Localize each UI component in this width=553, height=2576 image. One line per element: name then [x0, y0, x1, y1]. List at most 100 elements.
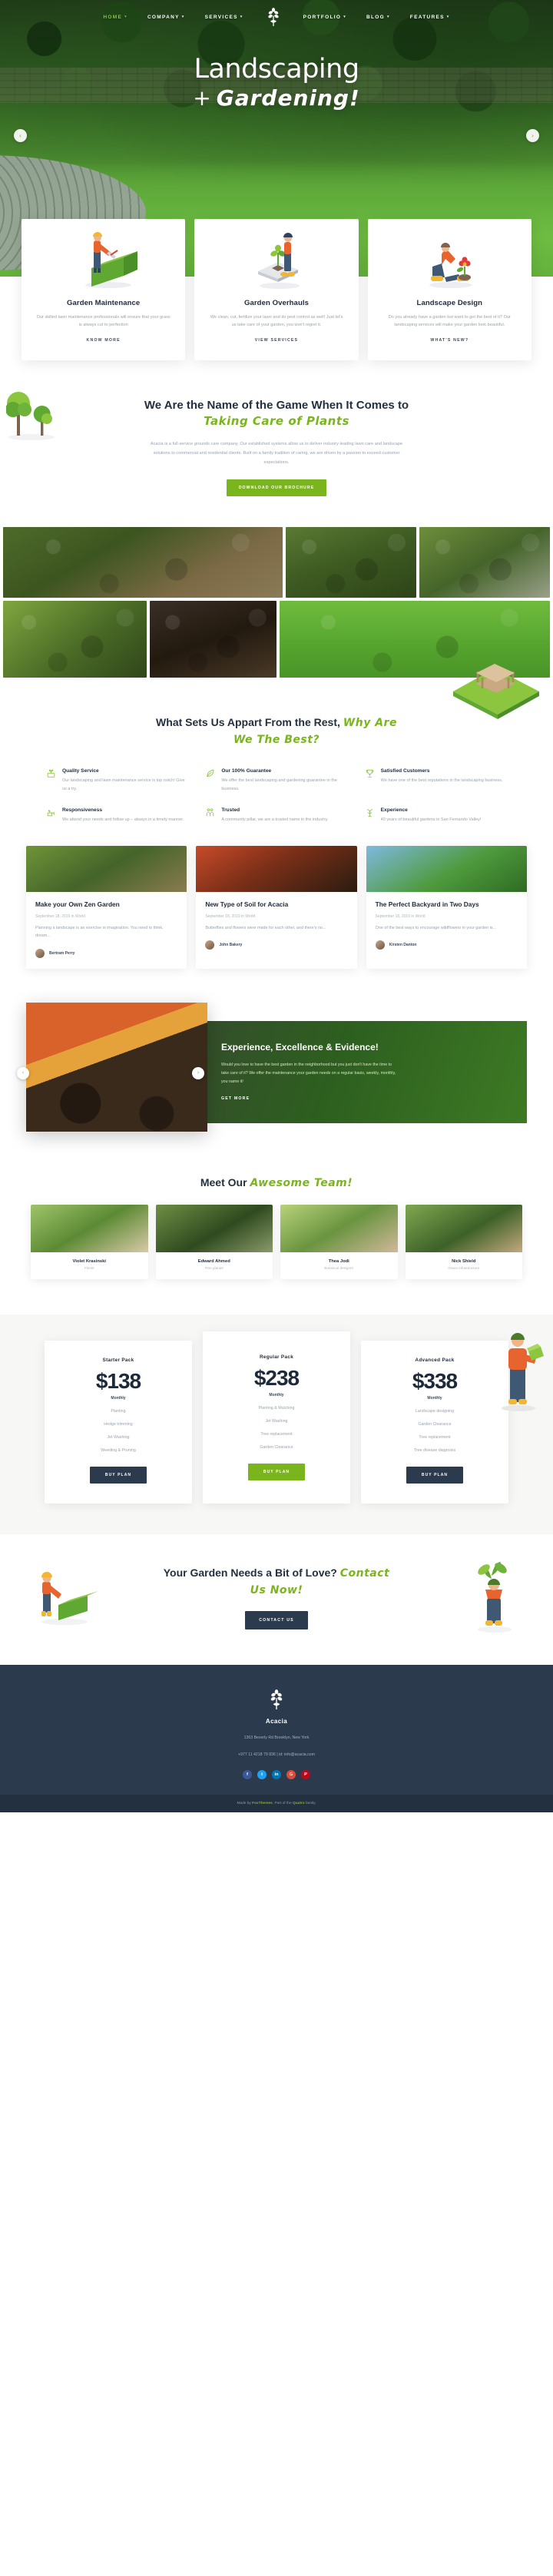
feature-item-satisfied-customers: Satisfied Customers We have one of the b… [365, 768, 507, 793]
team-member-card[interactable]: Nick Shield Green infrastructure [405, 1204, 522, 1279]
footer-social-links: f t in G P [0, 1769, 553, 1779]
pricing-amount: $138 [95, 1368, 141, 1393]
experience-panel: Experience, Excellence & Evidence! Would… [181, 1021, 527, 1124]
service-card-garden-overhauls[interactable]: Garden Overhauls We clean, cut, fertiliz… [194, 219, 359, 360]
pinterest-icon[interactable]: P [301, 1769, 310, 1779]
gloved-hands-in-mulch-photo [26, 1002, 207, 1132]
team-member-role: Tree planter [204, 1265, 224, 1270]
service-whats-new-button[interactable]: WHAT'S NEW? [430, 338, 469, 343]
pricing-feature: Planting & Mulching [258, 1405, 295, 1411]
team-member-card[interactable]: Edward Ahmed Tree planter [155, 1204, 273, 1279]
team-grid: Violet Krasinski Florist Edward Ahmed Tr… [0, 1204, 553, 1279]
team-member-name: Thea Jodi [328, 1258, 349, 1264]
hero-prev-arrow-button[interactable]: ‹ [14, 129, 27, 142]
copyright-brand-quatro[interactable]: Quatro [293, 1802, 305, 1805]
gardener-with-pot-illustration [492, 1321, 545, 1417]
pricing-buy-plan-button[interactable]: BUY PLAN [248, 1463, 305, 1480]
service-view-services-button[interactable]: VIEW SERVICES [255, 338, 298, 343]
service-card-landscape-design[interactable]: Landscape Design Do you already have a g… [367, 219, 531, 360]
feature-item-trusted: Trusted A community pillar, we are a tru… [205, 807, 347, 824]
team-member-name: Violet Krasinski [72, 1258, 106, 1264]
experience-paragraph: Would you love to have the best garden i… [221, 1063, 396, 1084]
feature-description: We offer the best landscaping and garden… [221, 778, 337, 792]
service-know-more-button[interactable]: KNOW MORE [87, 338, 121, 343]
feature-description: We have one of the best reputations in t… [380, 778, 503, 784]
team-member-card[interactable]: Violet Krasinski Florist [31, 1204, 148, 1279]
gallery-image-gloves-with-mulch[interactable] [150, 601, 276, 678]
blog-card[interactable]: The Perfect Backyard in Two Days Septemb… [366, 845, 527, 969]
nav-item-features[interactable]: FEATURES ▾ [410, 15, 450, 20]
service-card-garden-maintenance[interactable]: Garden Maintenance Our skilled lawn main… [22, 219, 186, 360]
about-heading-accent: Taking Care of Plants [204, 414, 349, 429]
team-heading-accent: Awesome Team! [250, 1176, 353, 1189]
pricing-buy-plan-button[interactable]: BUY PLAN [406, 1466, 463, 1484]
avatar [375, 940, 385, 950]
nav-item-label: HOME [103, 14, 123, 20]
pricing-card-starter[interactable]: Starter Pack $138 Monthly Planting Hedge… [45, 1340, 192, 1503]
footer-copyright: Made by FoxThemes. Part of the Quatro fa… [0, 1794, 553, 1812]
pricing-feature: Jet Washing [107, 1434, 130, 1440]
copyright-post: family. [304, 1801, 316, 1805]
feature-title: Quality Service [62, 768, 99, 774]
gallery-image-pond-with-plants[interactable] [285, 527, 416, 598]
nav-item-label: BLOG [366, 14, 385, 20]
pricing-feature: Hedge trimming [104, 1421, 133, 1427]
nav-item-services[interactable]: SERVICES ▾ [205, 15, 243, 20]
hero-next-arrow-button[interactable]: › [526, 129, 539, 142]
gallery-image-gardener-on-rocks[interactable] [419, 527, 551, 598]
blog-author: Bertram Perry [35, 948, 177, 958]
pricing-card-regular[interactable]: Regular Pack $238 Monthly Planting & Mul… [203, 1331, 350, 1503]
nav-item-company[interactable]: COMPANY ▾ [147, 15, 185, 20]
twitter-icon[interactable]: t [257, 1769, 267, 1779]
isometric-bench-illustration [450, 650, 542, 724]
copyright-brand-foxthemes[interactable]: FoxThemes [252, 1802, 273, 1805]
avatar [35, 948, 45, 958]
experience-next-arrow-button[interactable]: › [192, 1066, 204, 1079]
wheat-sprout-logo-icon [270, 1689, 283, 1709]
blog-card[interactable]: Make your Own Zen Garden September 18, 2… [26, 845, 187, 969]
experience-get-more-button[interactable]: GET MORE [221, 1096, 250, 1101]
blog-title: New Type of Soil for Acacia [205, 900, 289, 908]
nav-item-blog[interactable]: BLOG ▾ [366, 15, 390, 20]
service-title: Garden Overhauls [244, 299, 309, 307]
watering-plant-icon [46, 807, 56, 824]
pricing-card-advanced[interactable]: Advanced Pack $338 Monthly Landscape des… [361, 1340, 508, 1503]
pricing-amount: $338 [412, 1368, 458, 1393]
team-member-card[interactable]: Thea Jodi Botanical designer [280, 1204, 398, 1279]
pricing-buy-plan-button[interactable]: BUY PLAN [90, 1466, 147, 1484]
nav-item-portfolio[interactable]: PORTFOLIO ▾ [303, 15, 346, 20]
experience-prev-arrow-button[interactable]: ‹ [17, 1066, 29, 1079]
feature-description: Our landscaping and lawn maintenance ser… [62, 778, 185, 792]
main-navigation: HOME ▾ COMPANY ▾ SERVICES ▾ PORTFOLIO ▾ … [0, 0, 553, 26]
download-brochure-button[interactable]: DOWNLOAD OUR BROCHURE [226, 479, 327, 497]
about-heading: We Are the Name of the Game When It Come… [123, 397, 430, 431]
linkedin-icon[interactable]: in [272, 1769, 281, 1779]
facebook-icon[interactable]: f [243, 1769, 252, 1779]
blog-title: Make your Own Zen Garden [35, 900, 120, 908]
about-paragraph: Acacia is a full-service grounds care co… [150, 442, 403, 465]
trophy-plant-icon [365, 768, 375, 793]
chevron-down-icon: ▾ [124, 15, 127, 19]
feature-title: Experience [380, 807, 408, 813]
site-logo[interactable] [263, 7, 283, 27]
pricing-feature: Tree replacement [260, 1431, 293, 1437]
service-title: Landscape Design [416, 299, 483, 307]
gallery-image-hands-planting[interactable] [3, 601, 147, 678]
google-plus-icon[interactable]: G [286, 1769, 296, 1779]
team-member-name: Nick Shield [452, 1258, 476, 1264]
service-title: Garden Maintenance [67, 299, 141, 307]
service-description: Our skilled lawn maintenance professiona… [36, 315, 171, 328]
pricing-grid: Starter Pack $138 Monthly Planting Hedge… [0, 1331, 553, 1503]
blog-meta: September 18, 2019 in World [205, 914, 256, 920]
contact-us-button[interactable]: CONTACT US [245, 1610, 308, 1629]
footer-logo[interactable] [0, 1689, 553, 1713]
features-heading-plain: What Sets Us Appart From the Rest, [156, 716, 343, 729]
avatar [205, 940, 215, 950]
blog-card[interactable]: New Type of Soil for Acacia September 18… [196, 845, 357, 969]
blog-author-name: John Bakery [219, 943, 243, 948]
gallery-image-garden-bed-with-tools[interactable] [3, 527, 283, 598]
cta-heading-plain: Your Garden Needs a Bit of Love? [163, 1566, 340, 1579]
nav-item-home[interactable]: HOME ▾ [103, 15, 127, 20]
nav-item-label: PORTFOLIO [303, 14, 342, 20]
pricing-plan-name: Regular Pack [259, 1354, 294, 1360]
